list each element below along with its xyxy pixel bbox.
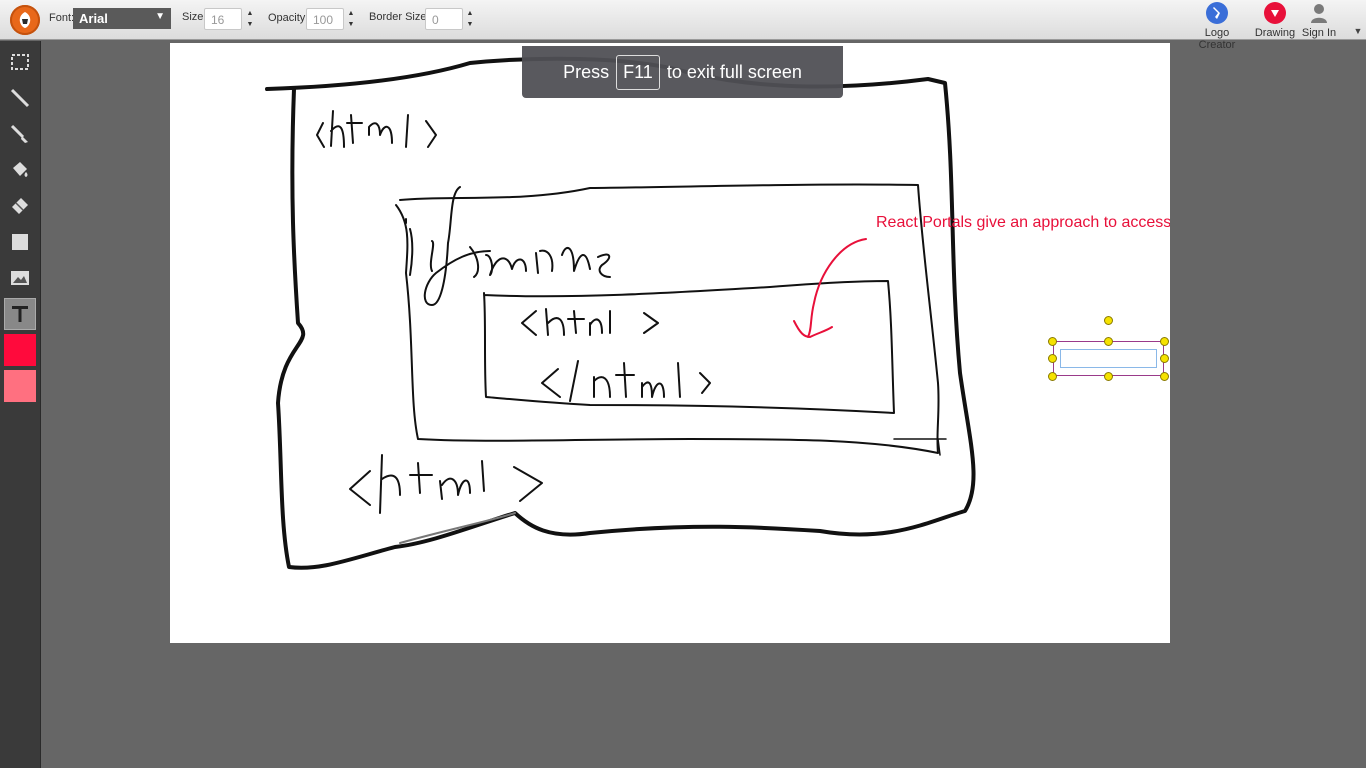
red-arrow-stroke xyxy=(793,238,867,338)
fullscreen-notice-before: Press xyxy=(563,61,610,82)
border-size-spinner[interactable]: ▲ ▼ xyxy=(463,8,477,30)
logo-creator-label: Logo Creator xyxy=(1198,27,1236,51)
drawing-label: Drawing xyxy=(1254,27,1296,39)
font-select[interactable]: Arial ▼ xyxy=(73,8,171,29)
eraser-icon xyxy=(12,198,28,214)
font-select-value: Arial xyxy=(79,11,108,26)
resize-handle-n[interactable] xyxy=(1104,337,1113,346)
size-spinner[interactable]: ▲ ▼ xyxy=(243,8,257,30)
tool-sidebar xyxy=(0,41,41,768)
opacity-input[interactable]: 100 xyxy=(306,8,344,30)
fill-tool[interactable] xyxy=(4,154,36,186)
sign-in-button[interactable]: Sign In xyxy=(1300,2,1338,39)
app-logo-icon[interactable] xyxy=(10,5,40,35)
user-icon xyxy=(1308,2,1330,24)
resize-handle-w[interactable] xyxy=(1048,354,1057,363)
opacity-label: Opacity: xyxy=(268,12,309,24)
top-toolbar: Font: Arial ▼ Size: 16 ▲ ▼ Opacity: 100 ▲… xyxy=(0,0,1366,51)
paint-bucket-icon xyxy=(13,162,28,177)
f11-key-badge: F11 xyxy=(616,54,660,90)
rectangle-icon xyxy=(12,234,28,250)
resize-handle-se[interactable] xyxy=(1160,372,1169,381)
border-size-input[interactable]: 0 xyxy=(425,8,463,30)
logo-creator-icon xyxy=(1206,2,1228,24)
text-box-selection[interactable] xyxy=(1053,341,1164,376)
fullscreen-notice: Press F11 to exit full screen xyxy=(522,46,843,98)
pencil-tool[interactable] xyxy=(4,82,36,114)
size-input[interactable]: 16 xyxy=(204,8,242,30)
pencil-icon xyxy=(10,88,30,108)
html-scribble-bottom xyxy=(349,454,543,514)
size-label: Size: xyxy=(182,11,207,23)
select-tool[interactable] xyxy=(4,46,36,78)
resize-handle-ne[interactable] xyxy=(1160,337,1169,346)
brush-tool[interactable] xyxy=(4,118,36,150)
resize-handle-e[interactable] xyxy=(1160,354,1169,363)
outer-frame-stroke xyxy=(265,56,976,570)
marquee-icon xyxy=(11,54,29,70)
font-label: Font: xyxy=(49,12,75,24)
drawing-icon xyxy=(1264,2,1286,24)
inner-html-open-scribble xyxy=(521,308,659,336)
canvas-drawing xyxy=(265,56,976,570)
canvas-annotation-text: React Portals give an approach to access xyxy=(876,214,1170,231)
secondary-color-swatch[interactable] xyxy=(4,370,36,402)
brush-icon xyxy=(10,124,28,143)
drawing-canvas[interactable]: React Portals give an approach to access xyxy=(170,43,1170,643)
iframe-word-scribble xyxy=(405,186,611,306)
logo-creator-button[interactable]: Logo Creator xyxy=(1186,2,1248,51)
fullscreen-notice-after: to exit full screen xyxy=(666,61,802,82)
inner-html-close-scribble xyxy=(541,360,711,402)
primary-color-swatch[interactable] xyxy=(4,334,36,366)
image-tool[interactable] xyxy=(4,262,36,294)
drawing-button[interactable]: Drawing xyxy=(1254,2,1296,39)
inner-html-box-stroke xyxy=(483,280,895,414)
opacity-spinner[interactable]: ▲ ▼ xyxy=(344,8,358,30)
text-tool[interactable] xyxy=(4,298,36,330)
scroll-down-icon[interactable]: ▼ xyxy=(1350,22,1366,40)
resize-handle-s[interactable] xyxy=(1104,372,1113,381)
text-icon xyxy=(12,306,28,322)
rotate-handle[interactable] xyxy=(1104,316,1113,325)
eraser-tool[interactable] xyxy=(4,190,36,222)
resize-handle-nw[interactable] xyxy=(1048,337,1057,346)
border-size-label: Border Size: xyxy=(369,11,430,23)
sign-in-label: Sign In xyxy=(1301,27,1337,39)
shape-tool[interactable] xyxy=(4,226,36,258)
iframe-box-stroke xyxy=(395,183,940,454)
html-scribble-top xyxy=(316,110,437,148)
image-icon xyxy=(11,271,29,285)
chevron-down-icon: ▼ xyxy=(155,11,165,22)
text-box-input[interactable] xyxy=(1060,349,1157,368)
resize-handle-sw[interactable] xyxy=(1048,372,1057,381)
